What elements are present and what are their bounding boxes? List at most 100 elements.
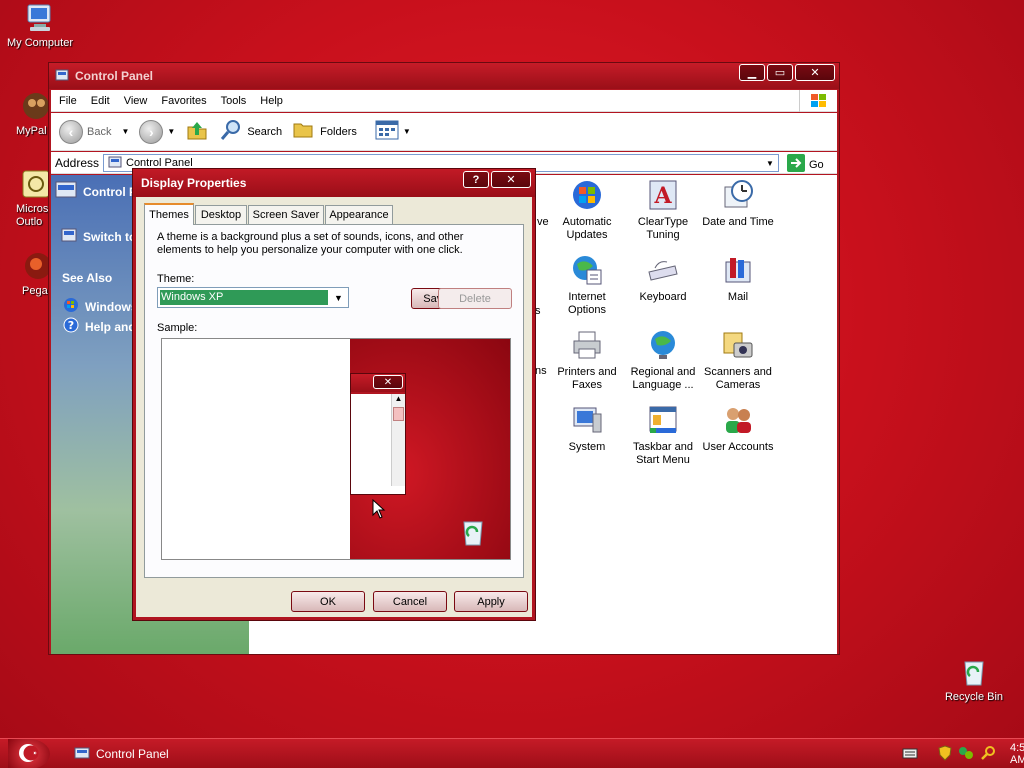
item-printers-and-faxes[interactable]: Printers and Faxes	[549, 329, 625, 392]
control-panel-icon	[74, 745, 90, 764]
go-button[interactable]: Go	[787, 154, 824, 175]
computer-icon	[24, 2, 56, 34]
item-mail[interactable]: Mail	[700, 254, 776, 304]
cancel-button[interactable]: Cancel	[373, 591, 447, 612]
control-panel-icon	[55, 179, 77, 204]
item-keyboard[interactable]: Keyboard	[625, 254, 701, 304]
dialog-close-button[interactable]: ✕	[491, 171, 531, 188]
taskbar-item-control-panel[interactable]: Control Panel	[74, 743, 169, 765]
search-button[interactable]: Search	[219, 118, 282, 145]
chevron-down-icon[interactable]: ▼	[330, 289, 347, 306]
see-also-heading: See Also	[62, 271, 113, 285]
delete-button[interactable]: Delete	[438, 288, 512, 309]
clock[interactable]: 4:50 AM	[1010, 742, 1024, 766]
security-shield-icon[interactable]	[938, 744, 952, 764]
windows-update-link[interactable]: Windows	[63, 297, 138, 316]
item-cleartype-tuning[interactable]: A ClearType Tuning	[625, 179, 701, 242]
item-user-accounts[interactable]: User Accounts	[700, 404, 776, 454]
menu-favorites[interactable]: Favorites	[161, 95, 206, 107]
camera-icon	[722, 329, 754, 361]
chevron-down-icon: ▼	[167, 127, 176, 136]
help-and-support-link[interactable]: ? Help and	[63, 317, 136, 336]
folders-button[interactable]: Folders	[292, 118, 357, 145]
tab-desktop[interactable]: Desktop	[195, 205, 247, 224]
close-button[interactable]: ✕	[795, 64, 835, 81]
sample-scrollbar: ▲	[391, 394, 405, 486]
desktop-icon-label: Micros Outlo	[16, 203, 49, 228]
tab-appearance[interactable]: Appearance	[325, 205, 393, 224]
item-regional-and-language[interactable]: Regional and Language ...	[625, 329, 701, 392]
item-scanners-and-cameras[interactable]: Scanners and Cameras	[700, 329, 776, 392]
sample-label: Sample:	[157, 322, 198, 334]
tab-screen-saver[interactable]: Screen Saver	[248, 205, 324, 224]
dialog-title: Display Properties	[141, 176, 247, 190]
network-icon[interactable]	[958, 745, 974, 764]
back-arrow-icon: ‹	[59, 119, 83, 144]
maximize-button[interactable]: ▭	[767, 64, 793, 81]
crescent-star-icon	[16, 740, 42, 768]
mouse-cursor-icon	[372, 498, 386, 522]
theme-select[interactable]: Windows XP ▼	[157, 287, 349, 308]
back-label: Back	[87, 125, 112, 138]
keyboard-icon	[647, 254, 679, 286]
forward-button[interactable]: › ▼	[139, 119, 176, 144]
ok-button[interactable]: OK	[291, 591, 365, 612]
minimize-button[interactable]: ▁	[739, 64, 765, 81]
up-button[interactable]	[185, 118, 209, 145]
start-button[interactable]	[8, 739, 50, 768]
folder-up-icon	[185, 118, 209, 145]
menu-tools[interactable]: Tools	[221, 95, 247, 107]
item-taskbar-and-start-menu[interactable]: Taskbar and Start Menu	[625, 404, 701, 467]
control-panel-icon	[55, 68, 69, 85]
item-internet-options[interactable]: Internet Options	[549, 254, 625, 317]
menu-view[interactable]: View	[124, 95, 148, 107]
desktop-icon-recycle-bin[interactable]: Recycle Bin	[934, 656, 1014, 703]
desktop-icon-outlook[interactable]: Micros Outlo	[16, 168, 50, 229]
system-tray: 4:50 AM	[872, 739, 1024, 768]
outlook-icon	[20, 168, 50, 200]
back-button[interactable]: ‹ Back ▼	[59, 119, 129, 144]
control-panel-icon	[108, 155, 122, 172]
desktop-icon-label: MyPal	[16, 125, 47, 137]
globe-icon	[571, 254, 603, 286]
theme-sample-preview: ✕ ▲	[161, 338, 511, 560]
item-system[interactable]: System	[549, 404, 625, 454]
taskbar: Control Panel 4:50 AM	[0, 738, 1024, 768]
desktop-icon-pega[interactable]: Pega	[22, 250, 48, 297]
menu-edit[interactable]: Edit	[91, 95, 110, 107]
switch-to-classic-view-link[interactable]: Switch to	[61, 227, 136, 246]
printer-icon	[571, 329, 603, 361]
folder-icon	[292, 118, 316, 145]
keyboard-icon[interactable]	[902, 747, 918, 762]
cleartype-icon: A	[647, 179, 679, 211]
views-icon	[375, 119, 399, 144]
help-button[interactable]: ?	[463, 171, 489, 188]
search-label: Search	[247, 125, 283, 138]
item-date-and-time[interactable]: Date and Time	[700, 179, 776, 229]
globe-icon	[647, 329, 679, 361]
tab-themes[interactable]: Themes	[144, 203, 194, 225]
system-icon	[571, 404, 603, 436]
sample-window: ✕ ▲	[350, 373, 406, 495]
toolbar: ‹ Back ▼ › ▼ Search Folders ▼	[51, 113, 837, 151]
forward-arrow-icon: ›	[139, 119, 164, 144]
search-icon	[219, 118, 243, 145]
menu-file[interactable]: File	[59, 95, 77, 107]
item-automatic-updates[interactable]: Automatic Updates	[549, 179, 625, 242]
desktop-icon-my-computer[interactable]: My Computer	[0, 2, 80, 49]
windows-update-icon	[63, 297, 79, 316]
menu-help[interactable]: Help	[260, 95, 283, 107]
apply-button[interactable]: Apply	[454, 591, 528, 612]
address-dropdown-button[interactable]: ▼	[762, 155, 778, 171]
clock-icon	[722, 179, 754, 211]
views-button[interactable]: ▼	[375, 119, 411, 144]
search-tray-icon[interactable]	[980, 745, 996, 764]
desktop-icon-label: Recycle Bin	[944, 691, 1004, 703]
go-arrow-icon	[787, 154, 805, 175]
svg-text:?: ?	[68, 319, 74, 332]
svg-text:A: A	[653, 183, 672, 209]
dialog-titlebar[interactable]: Display Properties ? ✕	[133, 169, 535, 197]
automatic-updates-icon	[571, 179, 603, 211]
control-panel-titlebar[interactable]: Control Panel ▁ ▭ ✕	[49, 63, 839, 89]
desktop-icon-label: Pega	[22, 285, 48, 297]
